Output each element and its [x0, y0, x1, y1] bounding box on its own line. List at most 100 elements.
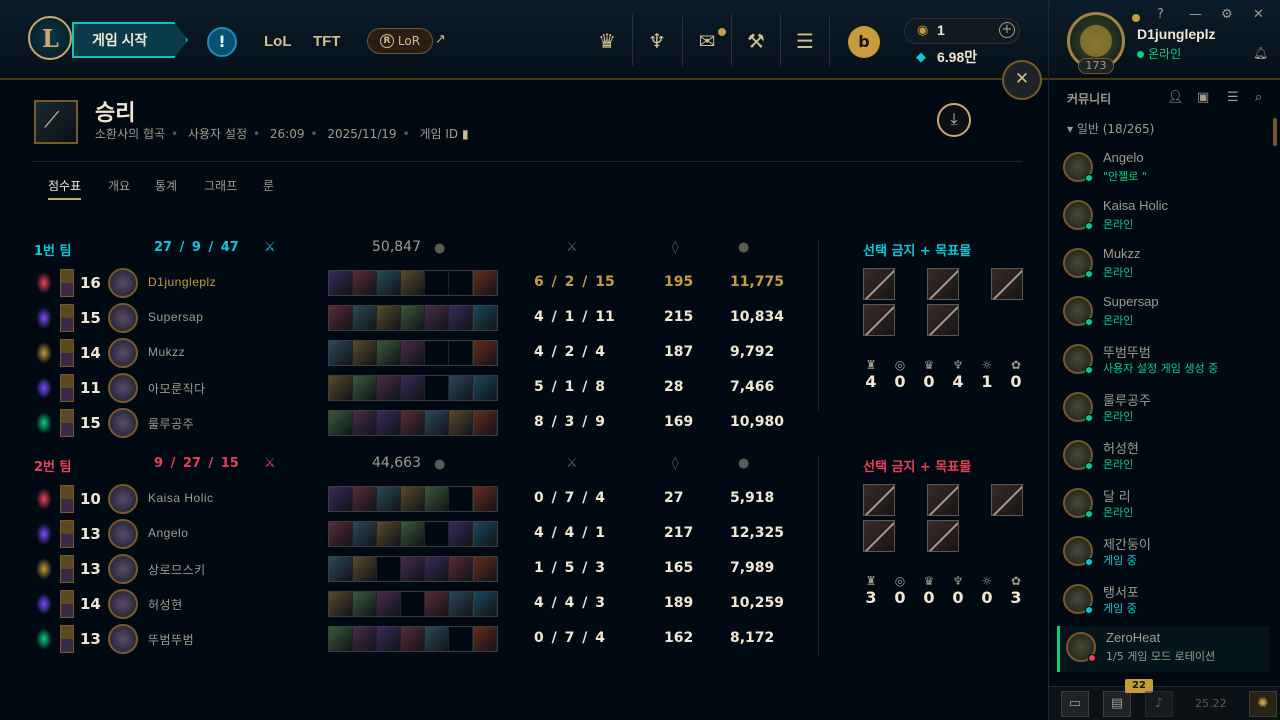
store-button[interactable]: b	[848, 26, 880, 58]
player-name[interactable]: Kaisa Holic	[148, 491, 214, 505]
search-icon[interactable]: ⌕	[1255, 90, 1262, 105]
item-slot[interactable]	[377, 487, 401, 511]
item-slot[interactable]	[353, 627, 377, 651]
item-slot[interactable]	[377, 271, 401, 295]
item-slot[interactable]	[377, 306, 401, 330]
player-row[interactable]: 14 Mukzz 4 / 2 / 4 187 9,792	[30, 336, 800, 371]
tab-runes[interactable]: 룬	[263, 177, 274, 194]
item-slot[interactable]	[401, 592, 425, 616]
item-slot[interactable]	[425, 341, 449, 365]
item-slot[interactable]	[401, 487, 425, 511]
crafting-icon[interactable]: ⚒	[741, 26, 771, 56]
player-name[interactable]: Supersap	[148, 310, 203, 324]
champion-portrait[interactable]	[108, 519, 138, 549]
item-slot[interactable]	[401, 271, 425, 295]
item-slot[interactable]	[377, 627, 401, 651]
tab-scoreboard[interactable]: 점수표	[48, 177, 82, 200]
item-slot[interactable]	[377, 522, 401, 546]
item-slot[interactable]	[449, 522, 473, 546]
item-slot[interactable]	[449, 271, 473, 295]
item-slot[interactable]	[377, 557, 401, 581]
friend-item[interactable]: ZeroHeat 1/5 게임 모드 로테이션	[1057, 626, 1269, 672]
champion-portrait[interactable]	[108, 303, 138, 333]
item-slot[interactable]	[401, 557, 425, 581]
item-slot[interactable]	[329, 306, 353, 330]
item-slot[interactable]	[377, 341, 401, 365]
banned-champion[interactable]	[863, 520, 895, 552]
player-name[interactable]: Mukzz	[148, 345, 185, 359]
bug-report-icon[interactable]: ✺	[1249, 691, 1277, 717]
champion-portrait[interactable]	[108, 408, 138, 438]
item-slot[interactable]	[449, 376, 473, 400]
friend-group-header[interactable]: ▾ 일반 (18/265)	[1067, 120, 1154, 137]
online-status[interactable]: 온라인	[1137, 45, 1181, 62]
banned-champion[interactable]	[991, 268, 1023, 300]
item-slot[interactable]	[329, 627, 353, 651]
item-slot[interactable]	[329, 557, 353, 581]
item-slot[interactable]	[353, 306, 377, 330]
item-slot[interactable]	[353, 557, 377, 581]
play-button[interactable]: 게임 시작	[72, 22, 188, 58]
banned-champion[interactable]	[927, 268, 959, 300]
item-slot[interactable]	[353, 522, 377, 546]
banned-champion[interactable]	[863, 268, 895, 300]
store-coins-icon[interactable]: ☰	[790, 26, 820, 56]
friend-item[interactable]: Kaisa Holic 온라인	[1057, 194, 1269, 240]
trinket-slot[interactable]	[473, 306, 497, 330]
friend-item[interactable]: 뚜범뚜범 사용자 설정 게임 생성 중	[1057, 338, 1269, 384]
player-row[interactable]: 15 룰루공주 8 / 3 / 9 169 10,980	[30, 406, 800, 441]
list-view-icon[interactable]: ☰	[1227, 90, 1239, 105]
player-row[interactable]: 13 뚜범뚜범 0 / 7 / 4 162 8,172	[30, 622, 800, 657]
player-row[interactable]: 10 Kaisa Holic 0 / 7 / 4 27 5,918	[30, 482, 800, 517]
item-slot[interactable]	[353, 411, 377, 435]
item-slot[interactable]	[329, 487, 353, 511]
banned-champion[interactable]	[863, 304, 895, 336]
tab-stats[interactable]: 통계	[155, 177, 177, 194]
player-row[interactable]: 13 상로므스키 1 / 5 / 3 165 7,989	[30, 552, 800, 587]
trinket-slot[interactable]	[473, 557, 497, 581]
item-slot[interactable]	[425, 522, 449, 546]
alert-icon[interactable]: !	[207, 27, 237, 57]
friend-item[interactable]: 허성현 온라인	[1057, 434, 1269, 480]
item-slot[interactable]	[353, 592, 377, 616]
champion-portrait[interactable]	[108, 589, 138, 619]
window-close-icon[interactable]: ✕	[1253, 7, 1264, 22]
trinket-slot[interactable]	[473, 592, 497, 616]
banned-champion[interactable]	[927, 520, 959, 552]
trinket-slot[interactable]	[473, 341, 497, 365]
add-rp-icon[interactable]: +	[999, 22, 1015, 38]
item-slot[interactable]	[449, 627, 473, 651]
item-slot[interactable]	[401, 522, 425, 546]
item-slot[interactable]	[425, 627, 449, 651]
player-row[interactable]: 16 D1jungleplz 6 / 2 / 15 195 11,775	[30, 266, 800, 301]
add-friend-icon[interactable]: 👤︎	[1167, 90, 1184, 105]
tab-graph[interactable]: 그래프	[204, 177, 237, 194]
item-slot[interactable]	[353, 376, 377, 400]
add-folder-icon[interactable]: ▣	[1197, 90, 1209, 105]
friend-item[interactable]: 탱서포 게임 중	[1057, 578, 1269, 624]
item-slot[interactable]	[401, 627, 425, 651]
worlds-icon[interactable]: ♛	[592, 26, 622, 56]
download-icon[interactable]: ⤓	[937, 103, 971, 137]
item-slot[interactable]	[449, 592, 473, 616]
tab-overview[interactable]: 개요	[108, 177, 130, 194]
item-slot[interactable]	[329, 522, 353, 546]
player-name[interactable]: 상로므스키	[148, 561, 206, 578]
item-slot[interactable]	[449, 487, 473, 511]
player-name[interactable]: D1jungleplz	[148, 275, 216, 289]
item-slot[interactable]	[377, 592, 401, 616]
player-name[interactable]: 아모룬직다	[148, 380, 206, 397]
item-slot[interactable]	[353, 271, 377, 295]
close-icon[interactable]: ✕	[1002, 60, 1042, 100]
banned-champion[interactable]	[991, 484, 1023, 516]
item-slot[interactable]	[401, 306, 425, 330]
item-slot[interactable]	[353, 487, 377, 511]
friend-item[interactable]: Angelo "안젤로 "	[1057, 146, 1269, 192]
help-icon[interactable]: ?	[1157, 7, 1164, 22]
item-slot[interactable]	[449, 341, 473, 365]
bell-icon[interactable]: 🔔︎	[1253, 46, 1268, 60]
item-slot[interactable]	[425, 557, 449, 581]
banned-champion[interactable]	[863, 484, 895, 516]
copy-icon[interactable]: ▮	[462, 127, 469, 141]
player-name[interactable]: 허성현	[148, 596, 183, 613]
